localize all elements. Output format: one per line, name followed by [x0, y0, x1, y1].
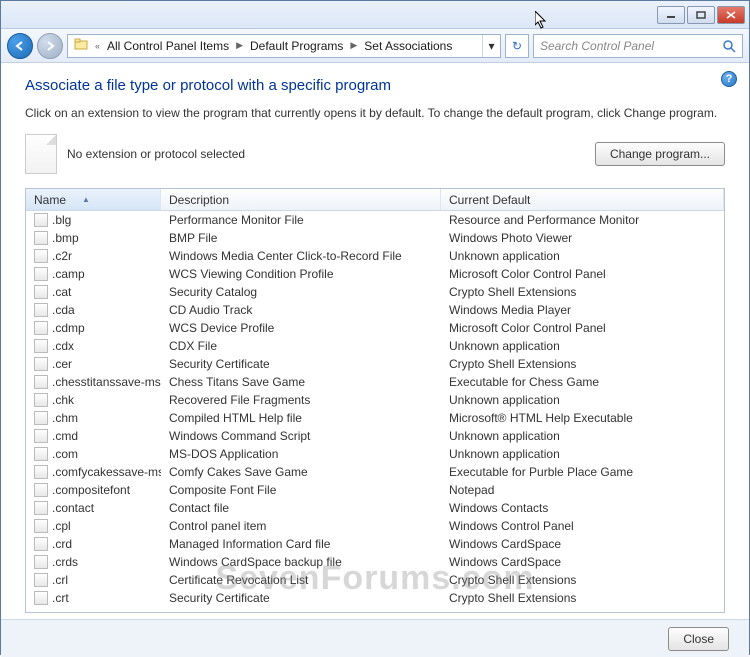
sort-asc-icon: ▲	[82, 195, 90, 204]
change-program-button[interactable]: Change program...	[595, 142, 725, 166]
file-type-icon	[34, 411, 48, 425]
table-row[interactable]: .cdaCD Audio TrackWindows Media Player	[26, 301, 724, 319]
table-row[interactable]: .chkRecovered File FragmentsUnknown appl…	[26, 391, 724, 409]
search-placeholder: Search Control Panel	[540, 39, 654, 53]
file-type-icon	[34, 429, 48, 443]
table-row[interactable]: .crlCertificate Revocation ListCrypto Sh…	[26, 571, 724, 589]
table-row[interactable]: .campWCS Viewing Condition ProfileMicros…	[26, 265, 724, 283]
table-row[interactable]: .crtSecurity CertificateCrypto Shell Ext…	[26, 589, 724, 607]
chevron-right-icon: ▶	[347, 40, 360, 51]
blank-file-icon	[25, 134, 57, 174]
table-row[interactable]: .cerSecurity CertificateCrypto Shell Ext…	[26, 355, 724, 373]
file-type-icon	[34, 465, 48, 479]
file-type-icon	[34, 555, 48, 569]
minimize-button[interactable]	[657, 6, 685, 24]
refresh-button[interactable]: ↻	[505, 34, 529, 58]
close-window-button[interactable]	[717, 6, 745, 24]
maximize-button[interactable]	[687, 6, 715, 24]
breadcrumb-item[interactable]: Default Programs	[246, 39, 347, 53]
file-type-icon	[34, 483, 48, 497]
file-type-icon	[34, 267, 48, 281]
page-title: Associate a file type or protocol with a…	[25, 77, 725, 94]
forward-button[interactable]	[37, 33, 63, 59]
file-type-icon	[34, 375, 48, 389]
file-type-icon	[34, 249, 48, 263]
help-icon[interactable]: ?	[721, 71, 737, 87]
table-row[interactable]: .compositefontComposite Font FileNotepad	[26, 481, 724, 499]
file-type-icon	[34, 231, 48, 245]
breadcrumb-item[interactable]: All Control Panel Items	[103, 39, 233, 53]
file-type-icon	[34, 393, 48, 407]
file-type-icon	[34, 573, 48, 587]
file-type-icon	[34, 321, 48, 335]
column-header-default[interactable]: Current Default	[441, 189, 724, 210]
table-row[interactable]: .contactContact fileWindows Contacts	[26, 499, 724, 517]
footer: Close	[1, 619, 749, 657]
file-type-icon	[34, 213, 48, 227]
table-row[interactable]: .bmpBMP FileWindows Photo Viewer	[26, 229, 724, 247]
table-row[interactable]: .chmCompiled HTML Help fileMicrosoft® HT…	[26, 409, 724, 427]
table-row[interactable]: .catSecurity CatalogCrypto Shell Extensi…	[26, 283, 724, 301]
table-row[interactable]: .cmdWindows Command ScriptUnknown applic…	[26, 427, 724, 445]
table-row[interactable]: .c2rWindows Media Center Click-to-Record…	[26, 247, 724, 265]
file-type-icon	[34, 339, 48, 353]
titlebar	[1, 1, 749, 29]
no-extension-text: No extension or protocol selected	[67, 147, 245, 161]
table-row[interactable]: .cdxCDX FileUnknown application	[26, 337, 724, 355]
table-row[interactable]: .cplControl panel itemWindows Control Pa…	[26, 517, 724, 535]
breadcrumb-dropdown[interactable]: ▾	[482, 35, 500, 57]
page-subtitle: Click on an extension to view the progra…	[25, 106, 725, 120]
file-type-icon	[34, 447, 48, 461]
table-row[interactable]: .crdsWindows CardSpace backup fileWindow…	[26, 553, 724, 571]
file-type-icon	[34, 519, 48, 533]
table-row[interactable]: .comMS-DOS ApplicationUnknown applicatio…	[26, 445, 724, 463]
table-row[interactable]: .cdmpWCS Device ProfileMicrosoft Color C…	[26, 319, 724, 337]
table-row[interactable]: .chesstitanssave-msChess Titans Save Gam…	[26, 373, 724, 391]
breadcrumb[interactable]: « All Control Panel Items ▶ Default Prog…	[67, 34, 501, 58]
file-type-icon	[34, 357, 48, 371]
table-body[interactable]: .blgPerformance Monitor FileResource and…	[26, 211, 724, 613]
table-header: Name▲ Description Current Default	[26, 189, 724, 211]
close-button[interactable]: Close	[668, 627, 729, 651]
folder-icon	[74, 38, 88, 50]
column-header-description[interactable]: Description	[161, 189, 441, 210]
column-header-name[interactable]: Name▲	[26, 189, 161, 210]
file-type-icon	[34, 285, 48, 299]
breadcrumb-item[interactable]: Set Associations	[360, 39, 456, 53]
chevron-right-icon: ▶	[233, 40, 246, 51]
back-button[interactable]	[7, 33, 33, 59]
associations-table: Name▲ Description Current Default .blgPe…	[25, 188, 725, 613]
file-type-icon	[34, 591, 48, 605]
nav-toolbar: « All Control Panel Items ▶ Default Prog…	[1, 29, 749, 63]
table-row[interactable]: .blgPerformance Monitor FileResource and…	[26, 211, 724, 229]
file-type-icon	[34, 501, 48, 515]
file-type-icon	[34, 537, 48, 551]
table-row[interactable]: .comfycakessave-msComfy Cakes Save GameE…	[26, 463, 724, 481]
search-input[interactable]: Search Control Panel	[533, 34, 743, 58]
file-type-icon	[34, 303, 48, 317]
chevron-right-icon: «	[92, 41, 103, 51]
table-row[interactable]: .crdManaged Information Card fileWindows…	[26, 535, 724, 553]
search-icon	[722, 39, 736, 53]
